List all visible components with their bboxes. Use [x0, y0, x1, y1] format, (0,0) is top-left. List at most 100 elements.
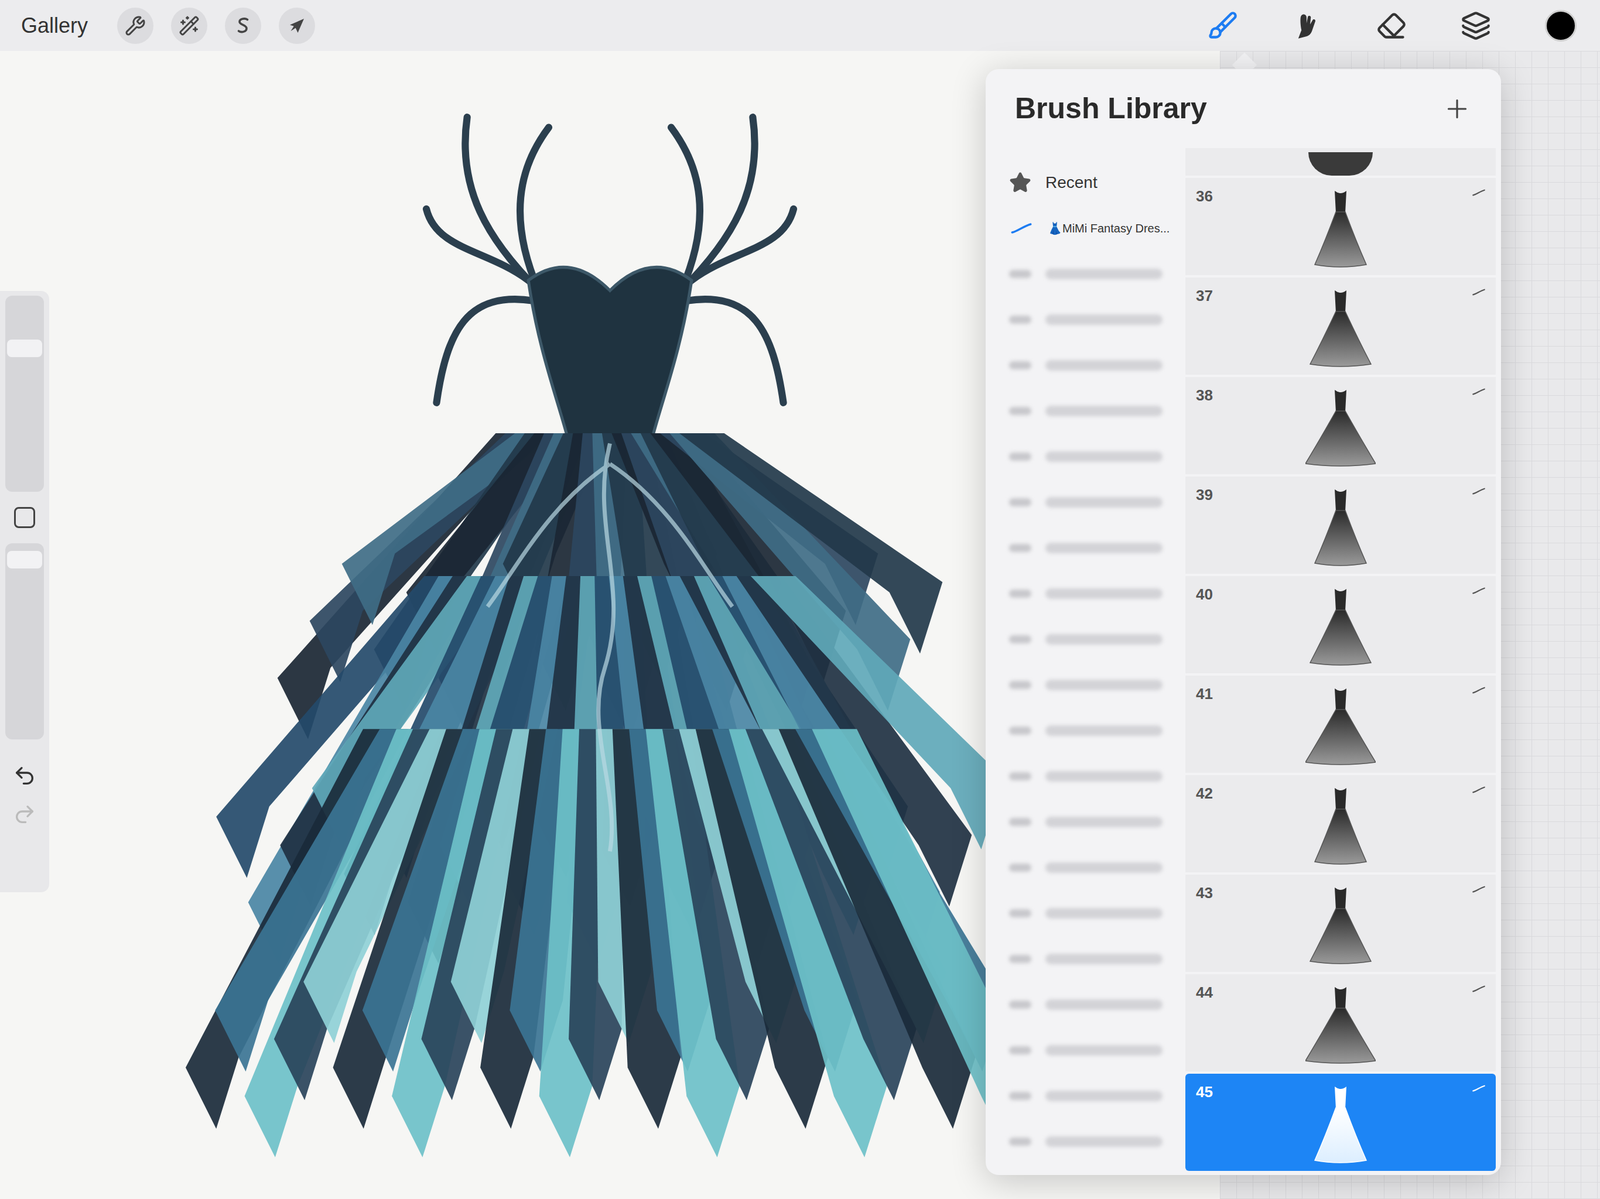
brush-set-item[interactable]: Recent [985, 159, 1186, 206]
undo-icon[interactable] [12, 764, 37, 788]
brush-thumbnail-icon [1305, 1078, 1376, 1167]
redo-icon[interactable] [12, 802, 37, 827]
blurred-brush-set-item[interactable] [985, 251, 1186, 297]
brush-thumbnail-icon [1305, 381, 1376, 470]
brush-item[interactable]: 43 [1185, 874, 1496, 973]
brush-item[interactable]: 45 [1185, 1074, 1496, 1172]
panel-title: Brush Library [1014, 86, 1208, 131]
slider-handle[interactable] [7, 339, 43, 358]
brush-stroke-icon [1471, 686, 1487, 695]
brushes-list: 36 37 38 39 40 41 42 43 44 45 [1185, 148, 1496, 1176]
gallery-button[interactable]: Gallery [21, 9, 88, 42]
blurred-brush-set-item[interactable] [985, 525, 1186, 572]
brush-number: 40 [1195, 583, 1213, 607]
brush-number: 37 [1195, 284, 1213, 308]
smudge-icon [1291, 10, 1323, 41]
action-button[interactable] [278, 7, 316, 44]
brush-thumbnail-icon [1305, 580, 1376, 669]
brush-number: 42 [1195, 782, 1213, 806]
brush-stroke-icon [1471, 188, 1487, 197]
brush-sets-list: Recent 👗MiMi Fantasy Dres... [985, 148, 1186, 1176]
modify-button[interactable] [14, 507, 36, 529]
brush-item[interactable]: 36 [1185, 178, 1496, 276]
brush-item[interactable]: 39 [1185, 476, 1496, 574]
selection-icon [232, 15, 254, 37]
blurred-brush-set-item[interactable] [985, 982, 1186, 1028]
panel-header: Brush Library [985, 69, 1502, 149]
brush-set-item[interactable]: 👗MiMi Fantasy Dres... [985, 205, 1186, 252]
brush-number: 39 [1195, 483, 1213, 507]
brush-stroke-icon [1471, 885, 1487, 894]
add-icon[interactable] [1442, 94, 1472, 124]
brush-stroke-icon [1471, 586, 1487, 596]
brush-library-panel: Brush Library Recent 👗MiMi Fantasy Dres...… [985, 69, 1502, 1176]
brush-thumbnail-icon [1305, 680, 1376, 769]
smudge-tool-button[interactable] [1291, 10, 1323, 41]
blurred-brush-set-item[interactable] [985, 616, 1186, 663]
wrench-icon[interactable] [124, 15, 146, 37]
brush-stroke-icon [1471, 985, 1487, 994]
blurred-brush-set-item[interactable] [985, 433, 1186, 480]
brush-thumbnail-icon [1305, 481, 1376, 570]
color-swatch[interactable] [1544, 9, 1577, 42]
brush-thumbnail-icon [1305, 979, 1376, 1068]
brush-number: 45 [1195, 1081, 1213, 1104]
blurred-brush-set-item[interactable] [985, 753, 1186, 800]
brush-stroke-icon [1009, 219, 1034, 238]
slider-handle[interactable] [7, 551, 43, 569]
brush-number: 41 [1195, 682, 1213, 706]
action-button[interactable] [117, 7, 154, 44]
brush-item[interactable]: 38 [1185, 377, 1496, 475]
brush-thumbnail-icon [1305, 879, 1376, 968]
blurred-brush-set-item[interactable] [985, 845, 1186, 891]
blurred-brush-set-item[interactable] [985, 1119, 1186, 1165]
brush-item[interactable]: 44 [1185, 974, 1496, 1072]
blurred-brush-set-item[interactable] [985, 571, 1186, 617]
layers-icon [1460, 10, 1492, 41]
brush-icon [1207, 10, 1239, 41]
brush-number: 38 [1195, 384, 1213, 408]
blurred-brush-set-item[interactable] [985, 890, 1186, 937]
blurred-brush-set-item[interactable] [985, 708, 1186, 754]
brush-stroke-icon [1471, 288, 1487, 297]
adjustments-wand-icon[interactable] [178, 15, 200, 37]
brush-stroke-icon [1471, 387, 1487, 396]
side-toolbar [0, 291, 50, 893]
eraser-icon [1376, 10, 1407, 41]
blurred-brush-set-item[interactable] [985, 1073, 1186, 1120]
brush-thumbnail-icon [1305, 780, 1376, 868]
blurred-brush-set-item[interactable] [985, 662, 1186, 709]
action-button[interactable] [224, 7, 262, 44]
partial-brush-item[interactable] [1185, 148, 1496, 176]
brush-set-label: 👗MiMi Fantasy Dres... [1047, 219, 1170, 238]
brush-number: 44 [1195, 981, 1213, 1005]
brush-stroke-icon [1471, 785, 1487, 795]
brush-tool-button[interactable] [1207, 10, 1239, 41]
blurred-brush-set-item[interactable] [985, 936, 1186, 983]
brush-number: 43 [1195, 881, 1213, 905]
opacity-slider[interactable] [5, 543, 44, 740]
brush-size-slider[interactable] [5, 295, 44, 492]
blurred-brush-set-item[interactable] [985, 1027, 1186, 1074]
blurred-brush-set-item[interactable] [985, 479, 1186, 526]
brush-number: 36 [1195, 185, 1213, 208]
transform-arrow-icon [286, 15, 308, 37]
brush-set-label: Recent [1045, 170, 1098, 196]
action-button[interactable] [171, 7, 208, 44]
brush-item[interactable]: 41 [1185, 675, 1496, 774]
brush-stroke-icon [1471, 1084, 1487, 1093]
blurred-brush-set-item[interactable] [985, 296, 1186, 343]
eraser-tool-button[interactable] [1376, 10, 1407, 41]
blurred-brush-set-item[interactable] [985, 342, 1186, 389]
brush-item[interactable]: 40 [1185, 576, 1496, 674]
dress-artwork [181, 96, 1039, 1158]
top-toolbar: Gallery [0, 0, 1600, 51]
brush-item[interactable]: 37 [1185, 277, 1496, 375]
brush-stroke-icon [1471, 487, 1487, 496]
brush-thumbnail-icon [1305, 282, 1376, 371]
layers-tool-button[interactable] [1460, 10, 1492, 41]
brush-thumbnail-icon [1305, 182, 1376, 271]
brush-item[interactable]: 42 [1185, 775, 1496, 873]
blurred-brush-set-item[interactable] [985, 799, 1186, 846]
blurred-brush-set-item[interactable] [985, 388, 1186, 434]
